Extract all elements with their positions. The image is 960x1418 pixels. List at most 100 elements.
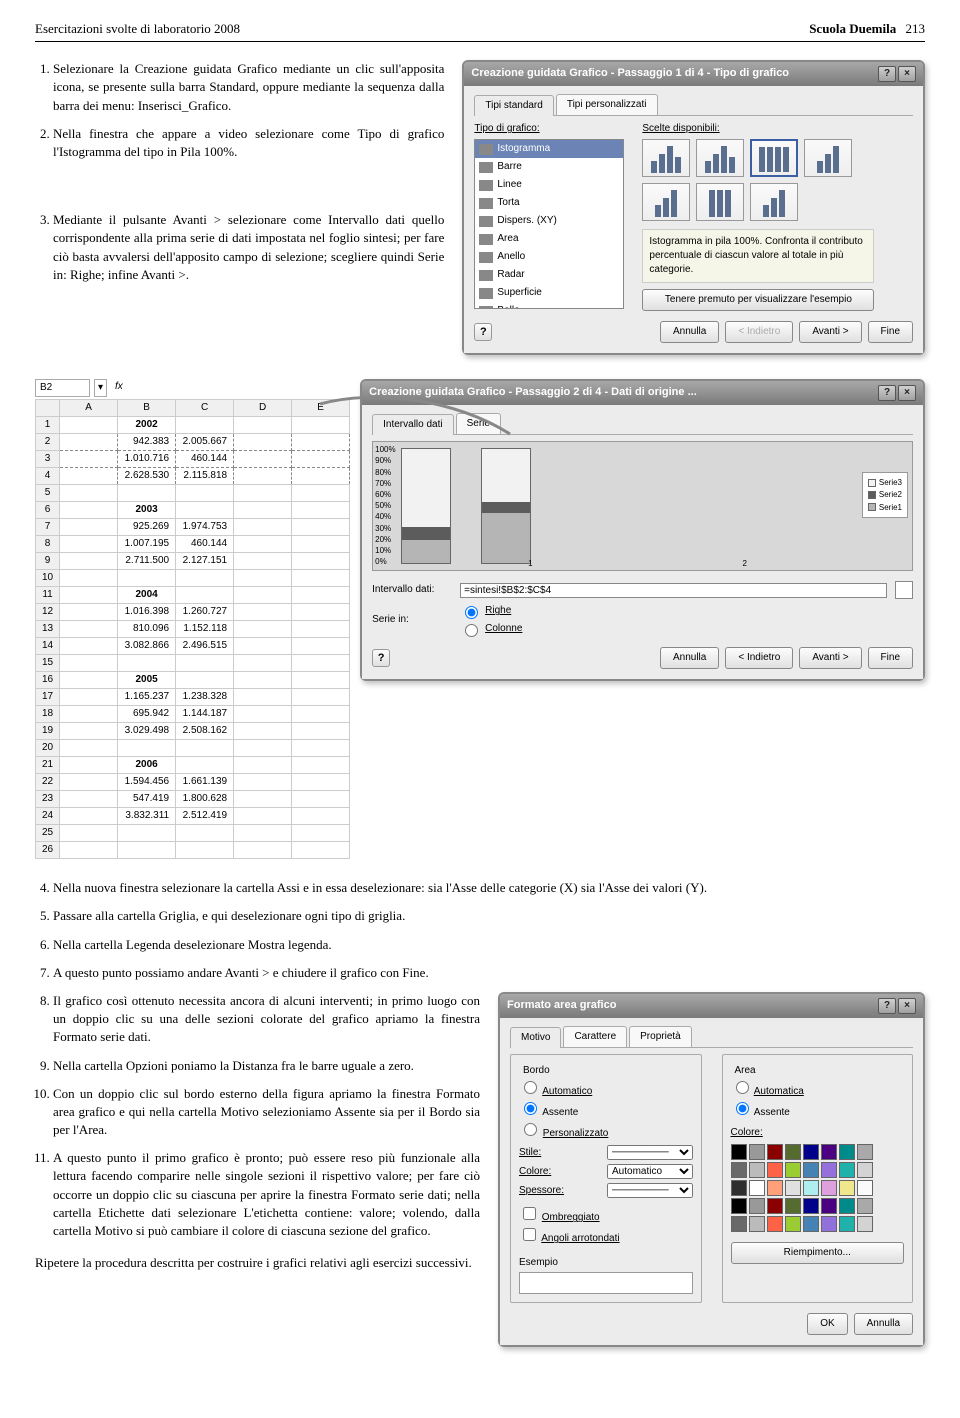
col-D[interactable]: D [234, 400, 292, 417]
range-picker-icon[interactable] [895, 581, 913, 599]
group-area: Area Automatica Assente Colore: [722, 1054, 914, 1303]
next-button[interactable]: Avanti > [799, 647, 861, 669]
row-header[interactable]: 10 [36, 570, 60, 587]
close-icon[interactable]: × [898, 998, 916, 1014]
name-box[interactable]: B2 [35, 379, 90, 397]
colore-select[interactable]: Automatico [607, 1164, 693, 1179]
preview-button[interactable]: Tenere premuto per visualizzare l'esempi… [642, 289, 874, 311]
label-colore: Colore: [519, 1165, 599, 1179]
type-anello[interactable]: Anello [475, 248, 623, 266]
check-ombreggiato[interactable]: Ombreggiato [519, 1204, 693, 1225]
dropdown-icon[interactable]: ▾ [94, 379, 107, 397]
type-radar[interactable]: Radar [475, 266, 623, 284]
col-C[interactable]: C [176, 400, 234, 417]
back-button[interactable]: < Indietro [725, 647, 793, 669]
help-icon[interactable]: ? [878, 66, 896, 82]
type-superficie[interactable]: Superficie [475, 284, 623, 302]
type-area[interactable]: Area [475, 230, 623, 248]
cancel-button[interactable]: Annulla [854, 1313, 913, 1335]
type-bolle[interactable]: Bolle [475, 302, 623, 309]
subtype-5[interactable] [642, 183, 690, 221]
finish-button[interactable]: Fine [868, 647, 913, 669]
row-header[interactable]: 1 [36, 417, 60, 434]
row-header[interactable]: 3 [36, 451, 60, 468]
type-dispers[interactable]: Dispers. (XY) [475, 212, 623, 230]
cancel-button[interactable]: Annulla [660, 321, 719, 343]
tab-motivo[interactable]: Motivo [510, 1027, 561, 1048]
row-header[interactable]: 24 [36, 808, 60, 825]
type-istogramma[interactable]: Istogramma [475, 140, 623, 158]
row-header[interactable]: 9 [36, 553, 60, 570]
fx-icon[interactable]: fx [111, 379, 127, 397]
row-header[interactable]: 16 [36, 672, 60, 689]
row-header[interactable]: 11 [36, 587, 60, 604]
radio-area-assente[interactable]: Assente [731, 1099, 905, 1120]
ok-button[interactable]: OK [807, 1313, 847, 1335]
help-icon[interactable]: ? [878, 998, 896, 1014]
stile-select[interactable]: ──────── [607, 1145, 693, 1160]
col-B[interactable]: B [118, 400, 176, 417]
radio-bordo-auto[interactable]: Automatico [519, 1078, 693, 1099]
subtype-1[interactable] [642, 139, 690, 177]
help-button[interactable]: ? [474, 323, 492, 341]
hbar-icon [479, 162, 493, 173]
row-header[interactable]: 13 [36, 621, 60, 638]
radio-area-auto[interactable]: Automatica [731, 1078, 905, 1099]
row-header[interactable]: 5 [36, 485, 60, 502]
row-header[interactable]: 6 [36, 502, 60, 519]
row-header[interactable]: 19 [36, 723, 60, 740]
row-header[interactable]: 15 [36, 655, 60, 672]
row-header[interactable]: 26 [36, 842, 60, 859]
chart-type-listbox[interactable]: Istogramma Barre Linee Torta Dispers. (X… [474, 139, 624, 309]
row-header[interactable]: 17 [36, 689, 60, 706]
row-header[interactable]: 14 [36, 638, 60, 655]
finish-button[interactable]: Fine [868, 321, 913, 343]
row-header[interactable]: 4 [36, 468, 60, 485]
row-header[interactable]: 7 [36, 519, 60, 536]
tab-proprieta[interactable]: Proprietà [629, 1026, 692, 1047]
subtype-4[interactable] [804, 139, 852, 177]
tab-tipi-standard[interactable]: Tipi standard [474, 95, 553, 116]
radio-colonne[interactable]: Colonne [460, 621, 540, 637]
row-header[interactable]: 22 [36, 774, 60, 791]
help-icon[interactable]: ? [878, 385, 896, 401]
radio-bordo-assente[interactable]: Assente [519, 1099, 693, 1120]
subtype-3-selected[interactable] [750, 139, 798, 177]
corner-cell[interactable] [36, 400, 60, 417]
color-palette[interactable] [731, 1144, 905, 1232]
row-header[interactable]: 25 [36, 825, 60, 842]
row-header[interactable]: 20 [36, 740, 60, 757]
interval-input[interactable] [460, 583, 887, 598]
col-A[interactable]: A [60, 400, 118, 417]
radio-bordo-pers[interactable]: Personalizzato [519, 1120, 693, 1141]
tab-intervallo-dati[interactable]: Intervallo dati [372, 414, 453, 435]
cancel-button[interactable]: Annulla [660, 647, 719, 669]
tab-tipi-personalizzati[interactable]: Tipi personalizzati [556, 94, 658, 115]
spreadsheet-grid[interactable]: A B C D E 120022942.3832.005.66731.010.7… [35, 399, 350, 859]
row-header[interactable]: 21 [36, 757, 60, 774]
help-button[interactable]: ? [372, 649, 390, 667]
radio-righe[interactable]: Righe [460, 603, 540, 619]
row-header[interactable]: 8 [36, 536, 60, 553]
tab-carattere[interactable]: Carattere [563, 1026, 627, 1047]
row-header[interactable]: 2 [36, 434, 60, 451]
instruction-6: Nella cartella Legenda deselezionare Mos… [53, 936, 925, 954]
spessore-select[interactable]: ──────── [607, 1183, 693, 1198]
type-linee[interactable]: Linee [475, 176, 623, 194]
type-torta[interactable]: Torta [475, 194, 623, 212]
subtype-2[interactable] [696, 139, 744, 177]
type-barre[interactable]: Barre [475, 158, 623, 176]
subtype-7[interactable] [750, 183, 798, 221]
subtype-6[interactable] [696, 183, 744, 221]
check-angoli[interactable]: Angoli arrotondati [519, 1225, 693, 1246]
close-icon[interactable]: × [898, 66, 916, 82]
row-header[interactable]: 18 [36, 706, 60, 723]
close-icon[interactable]: × [898, 385, 916, 401]
row-header[interactable]: 12 [36, 604, 60, 621]
riempimento-button[interactable]: Riempimento... [731, 1242, 905, 1264]
dialog3-titlebar[interactable]: Formato area grafico ? × [500, 994, 923, 1018]
instruction-7: A questo punto possiamo andare Avanti > … [53, 964, 925, 982]
dialog1-titlebar[interactable]: Creazione guidata Grafico - Passaggio 1 … [464, 62, 923, 86]
row-header[interactable]: 23 [36, 791, 60, 808]
next-button[interactable]: Avanti > [799, 321, 861, 343]
